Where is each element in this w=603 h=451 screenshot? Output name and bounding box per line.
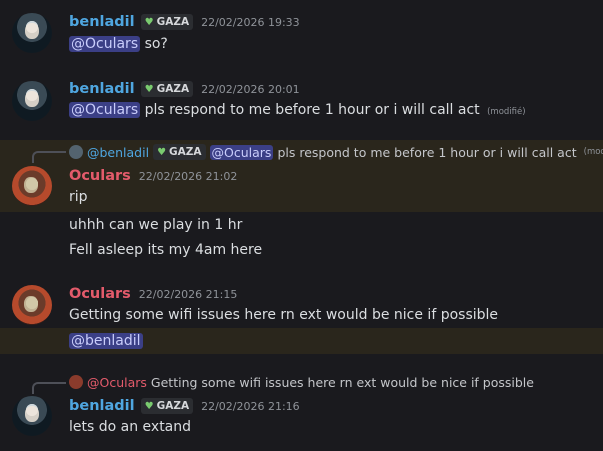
username[interactable]: benladil: [69, 14, 135, 30]
timestamp: 22/02/2026 19:33: [201, 15, 300, 29]
heart-icon: ♥: [157, 146, 167, 158]
reply-username[interactable]: @Oculars: [87, 375, 147, 390]
user-mention[interactable]: @Oculars: [209, 144, 274, 160]
timestamp: 22/02/2026 21:15: [138, 287, 238, 301]
reply-spine: [32, 382, 66, 394]
heart-icon: ♥: [144, 400, 154, 412]
message-continuation: @benladil: [0, 328, 603, 354]
message-3: @benladil ♥ GAZA @Oculars pls respond to …: [0, 140, 603, 212]
reply-text: Getting some wifi issues here rn ext wou…: [150, 374, 534, 390]
server-tag[interactable]: ♥ GAZA: [140, 14, 194, 30]
reply-avatar: [69, 145, 83, 159]
reply-text: pls respond to me before 1 hour or i wil…: [277, 144, 577, 160]
user-mention[interactable]: @Oculars: [69, 102, 141, 118]
avatar[interactable]: [12, 81, 52, 121]
message-text: rip: [69, 189, 88, 205]
message-text: lets do an extand: [69, 419, 192, 435]
reply-preview[interactable]: @benladil ♥ GAZA @Oculars pls respond to …: [69, 143, 603, 161]
edited-label: (modifié): [583, 147, 603, 157]
username[interactable]: benladil: [69, 398, 135, 414]
username[interactable]: Oculars: [69, 168, 131, 184]
avatar[interactable]: [12, 166, 52, 206]
heart-icon: ♥: [144, 16, 154, 28]
server-tag[interactable]: ♥ GAZA: [140, 398, 194, 414]
reply-spine: [32, 151, 66, 163]
message-1: benladil ♥ GAZA 22/02/2026 19:33 @Oculars…: [0, 8, 603, 58]
timestamp: 22/02/2026 21:02: [138, 169, 238, 183]
server-tag[interactable]: ♥ GAZA: [140, 81, 194, 97]
message-5: @Oculars Getting some wifi issues here r…: [0, 372, 603, 444]
reply-username[interactable]: @benladil: [87, 145, 149, 160]
avatar[interactable]: [12, 13, 52, 53]
message-text: Getting some wifi issues here rn ext wou…: [69, 307, 499, 323]
reply-preview[interactable]: @Oculars Getting some wifi issues here r…: [69, 373, 534, 391]
avatar[interactable]: [12, 396, 52, 436]
reply-avatar: [69, 375, 83, 389]
message-text: uhhh can we play in 1 hr: [69, 217, 243, 233]
username[interactable]: Oculars: [69, 286, 131, 302]
message-2: benladil ♥ GAZA 22/02/2026 20:01 @Oculars…: [0, 76, 603, 126]
message-text: Fell asleep its my 4am here: [69, 242, 263, 258]
message-text: pls respond to me before 1 hour or i wil…: [144, 102, 480, 118]
message-text: so?: [144, 36, 168, 52]
timestamp: 22/02/2026 21:16: [201, 399, 300, 413]
username[interactable]: benladil: [69, 81, 135, 97]
edited-label: (modifié): [487, 107, 526, 117]
user-mention[interactable]: @benladil: [69, 333, 143, 349]
user-mention[interactable]: @Oculars: [69, 36, 141, 52]
heart-icon: ♥: [144, 83, 154, 95]
timestamp: 22/02/2026 20:01: [201, 82, 300, 96]
avatar[interactable]: [12, 285, 52, 325]
server-tag[interactable]: ♥ GAZA: [153, 144, 206, 160]
message-4: Oculars 22/02/2026 21:15 Getting some wi…: [0, 282, 603, 328]
